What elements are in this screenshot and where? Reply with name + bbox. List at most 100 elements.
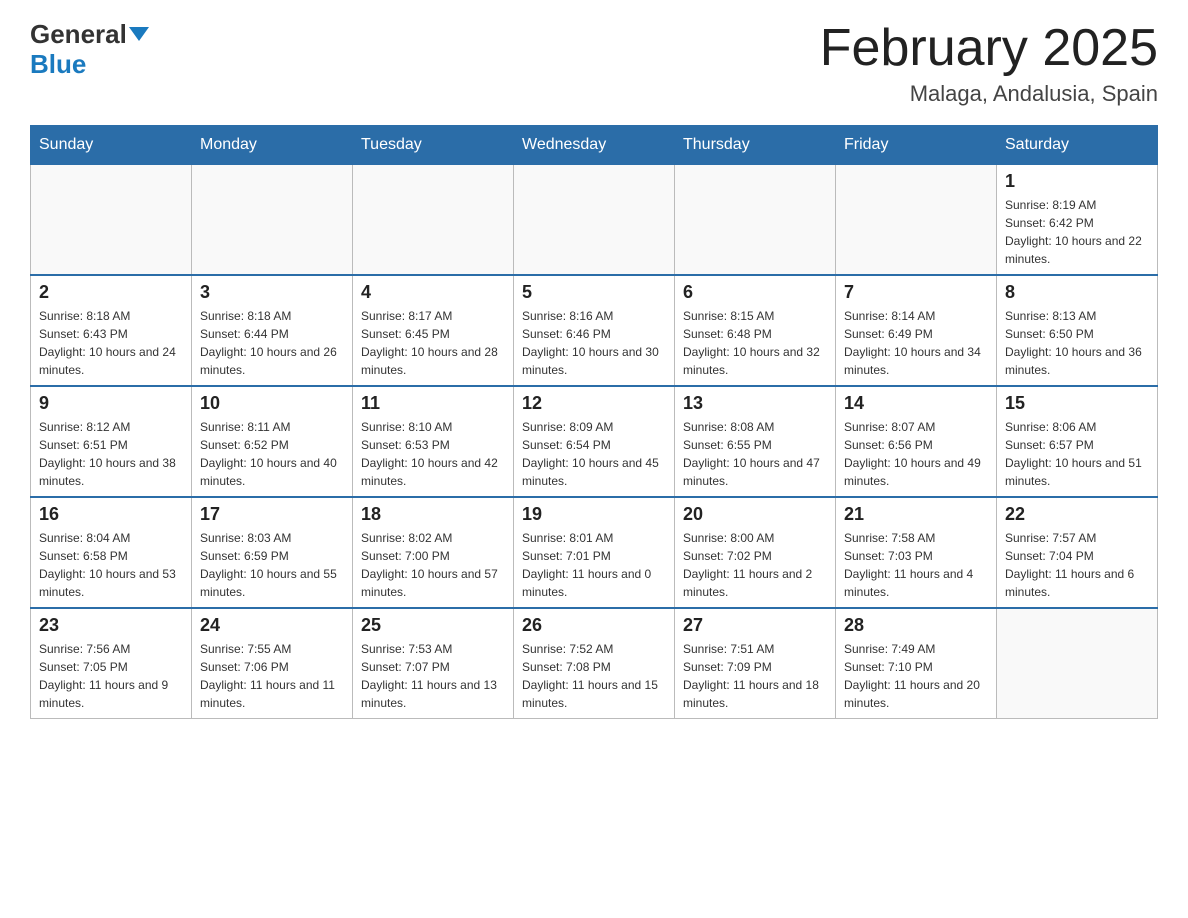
day-info: Sunset: 6:43 PM: [39, 325, 183, 343]
day-info: Daylight: 10 hours and 28 minutes.: [361, 343, 505, 379]
header-monday: Monday: [192, 126, 353, 165]
day-number: 28: [844, 615, 988, 636]
day-info: Sunset: 6:57 PM: [1005, 436, 1149, 454]
day-info: Daylight: 10 hours and 47 minutes.: [683, 454, 827, 490]
day-info: Daylight: 10 hours and 57 minutes.: [361, 565, 505, 601]
table-row: 6Sunrise: 8:15 AMSunset: 6:48 PMDaylight…: [675, 275, 836, 386]
table-row: 1Sunrise: 8:19 AMSunset: 6:42 PMDaylight…: [997, 165, 1158, 276]
logo-text: General: [30, 19, 149, 49]
day-info: Sunrise: 7:53 AM: [361, 640, 505, 658]
day-info: Daylight: 11 hours and 6 minutes.: [1005, 565, 1149, 601]
table-row: 24Sunrise: 7:55 AMSunset: 7:06 PMDayligh…: [192, 608, 353, 719]
day-info: Sunset: 6:53 PM: [361, 436, 505, 454]
logo: General Blue: [30, 20, 149, 80]
day-number: 13: [683, 393, 827, 414]
day-info: Sunrise: 8:19 AM: [1005, 196, 1149, 214]
day-info: Sunset: 6:51 PM: [39, 436, 183, 454]
table-row: [353, 165, 514, 276]
day-info: Sunset: 6:55 PM: [683, 436, 827, 454]
day-info: Sunrise: 7:49 AM: [844, 640, 988, 658]
day-info: Daylight: 10 hours and 53 minutes.: [39, 565, 183, 601]
day-info: Sunrise: 7:57 AM: [1005, 529, 1149, 547]
calendar-title: February 2025: [820, 20, 1158, 77]
day-info: Sunset: 7:00 PM: [361, 547, 505, 565]
day-info: Sunset: 6:45 PM: [361, 325, 505, 343]
day-info: Daylight: 10 hours and 38 minutes.: [39, 454, 183, 490]
day-info: Sunset: 6:52 PM: [200, 436, 344, 454]
day-info: Daylight: 10 hours and 36 minutes.: [1005, 343, 1149, 379]
day-info: Sunset: 6:58 PM: [39, 547, 183, 565]
table-row: [997, 608, 1158, 719]
day-number: 4: [361, 282, 505, 303]
day-info: Daylight: 11 hours and 0 minutes.: [522, 565, 666, 601]
day-info: Sunset: 6:50 PM: [1005, 325, 1149, 343]
day-info: Daylight: 10 hours and 51 minutes.: [1005, 454, 1149, 490]
table-row: 12Sunrise: 8:09 AMSunset: 6:54 PMDayligh…: [514, 386, 675, 497]
table-row: 15Sunrise: 8:06 AMSunset: 6:57 PMDayligh…: [997, 386, 1158, 497]
table-row: [31, 165, 192, 276]
table-row: 27Sunrise: 7:51 AMSunset: 7:09 PMDayligh…: [675, 608, 836, 719]
day-number: 23: [39, 615, 183, 636]
day-info: Sunrise: 8:00 AM: [683, 529, 827, 547]
table-row: 17Sunrise: 8:03 AMSunset: 6:59 PMDayligh…: [192, 497, 353, 608]
day-number: 11: [361, 393, 505, 414]
table-row: 10Sunrise: 8:11 AMSunset: 6:52 PMDayligh…: [192, 386, 353, 497]
day-info: Sunrise: 8:04 AM: [39, 529, 183, 547]
day-info: Sunrise: 8:06 AM: [1005, 418, 1149, 436]
table-row: 23Sunrise: 7:56 AMSunset: 7:05 PMDayligh…: [31, 608, 192, 719]
day-info: Sunrise: 7:52 AM: [522, 640, 666, 658]
calendar-week-row: 16Sunrise: 8:04 AMSunset: 6:58 PMDayligh…: [31, 497, 1158, 608]
day-info: Sunset: 7:08 PM: [522, 658, 666, 676]
header-sunday: Sunday: [31, 126, 192, 165]
table-row: 19Sunrise: 8:01 AMSunset: 7:01 PMDayligh…: [514, 497, 675, 608]
day-info: Sunset: 6:59 PM: [200, 547, 344, 565]
day-number: 3: [200, 282, 344, 303]
header-friday: Friday: [836, 126, 997, 165]
day-info: Daylight: 10 hours and 34 minutes.: [844, 343, 988, 379]
logo-triangle-icon: [129, 27, 149, 41]
header-wednesday: Wednesday: [514, 126, 675, 165]
day-number: 18: [361, 504, 505, 525]
table-row: 2Sunrise: 8:18 AMSunset: 6:43 PMDaylight…: [31, 275, 192, 386]
day-info: Daylight: 11 hours and 9 minutes.: [39, 676, 183, 712]
logo-wordmark: General: [30, 20, 149, 49]
day-info: Daylight: 11 hours and 2 minutes.: [683, 565, 827, 601]
day-info: Sunrise: 7:55 AM: [200, 640, 344, 658]
day-number: 19: [522, 504, 666, 525]
calendar-week-row: 23Sunrise: 7:56 AMSunset: 7:05 PMDayligh…: [31, 608, 1158, 719]
table-row: [836, 165, 997, 276]
table-row: 9Sunrise: 8:12 AMSunset: 6:51 PMDaylight…: [31, 386, 192, 497]
day-number: 9: [39, 393, 183, 414]
day-number: 14: [844, 393, 988, 414]
header-thursday: Thursday: [675, 126, 836, 165]
day-info: Sunset: 6:46 PM: [522, 325, 666, 343]
title-section: February 2025 Malaga, Andalusia, Spain: [820, 20, 1158, 107]
day-info: Sunrise: 8:15 AM: [683, 307, 827, 325]
day-info: Daylight: 10 hours and 30 minutes.: [522, 343, 666, 379]
table-row: 21Sunrise: 7:58 AMSunset: 7:03 PMDayligh…: [836, 497, 997, 608]
table-row: 26Sunrise: 7:52 AMSunset: 7:08 PMDayligh…: [514, 608, 675, 719]
day-info: Sunset: 6:44 PM: [200, 325, 344, 343]
day-number: 8: [1005, 282, 1149, 303]
calendar-week-row: 9Sunrise: 8:12 AMSunset: 6:51 PMDaylight…: [31, 386, 1158, 497]
calendar-subtitle: Malaga, Andalusia, Spain: [820, 81, 1158, 107]
day-number: 5: [522, 282, 666, 303]
day-number: 26: [522, 615, 666, 636]
table-row: 20Sunrise: 8:00 AMSunset: 7:02 PMDayligh…: [675, 497, 836, 608]
day-info: Daylight: 10 hours and 49 minutes.: [844, 454, 988, 490]
table-row: 4Sunrise: 8:17 AMSunset: 6:45 PMDaylight…: [353, 275, 514, 386]
day-info: Sunset: 6:54 PM: [522, 436, 666, 454]
calendar-header-row: Sunday Monday Tuesday Wednesday Thursday…: [31, 126, 1158, 165]
table-row: [514, 165, 675, 276]
day-info: Sunset: 7:02 PM: [683, 547, 827, 565]
day-info: Daylight: 10 hours and 32 minutes.: [683, 343, 827, 379]
day-info: Daylight: 11 hours and 11 minutes.: [200, 676, 344, 712]
table-row: 5Sunrise: 8:16 AMSunset: 6:46 PMDaylight…: [514, 275, 675, 386]
day-info: Daylight: 11 hours and 4 minutes.: [844, 565, 988, 601]
table-row: 18Sunrise: 8:02 AMSunset: 7:00 PMDayligh…: [353, 497, 514, 608]
day-info: Sunset: 7:03 PM: [844, 547, 988, 565]
day-info: Sunrise: 7:56 AM: [39, 640, 183, 658]
day-info: Sunrise: 8:09 AM: [522, 418, 666, 436]
day-number: 1: [1005, 171, 1149, 192]
table-row: [675, 165, 836, 276]
